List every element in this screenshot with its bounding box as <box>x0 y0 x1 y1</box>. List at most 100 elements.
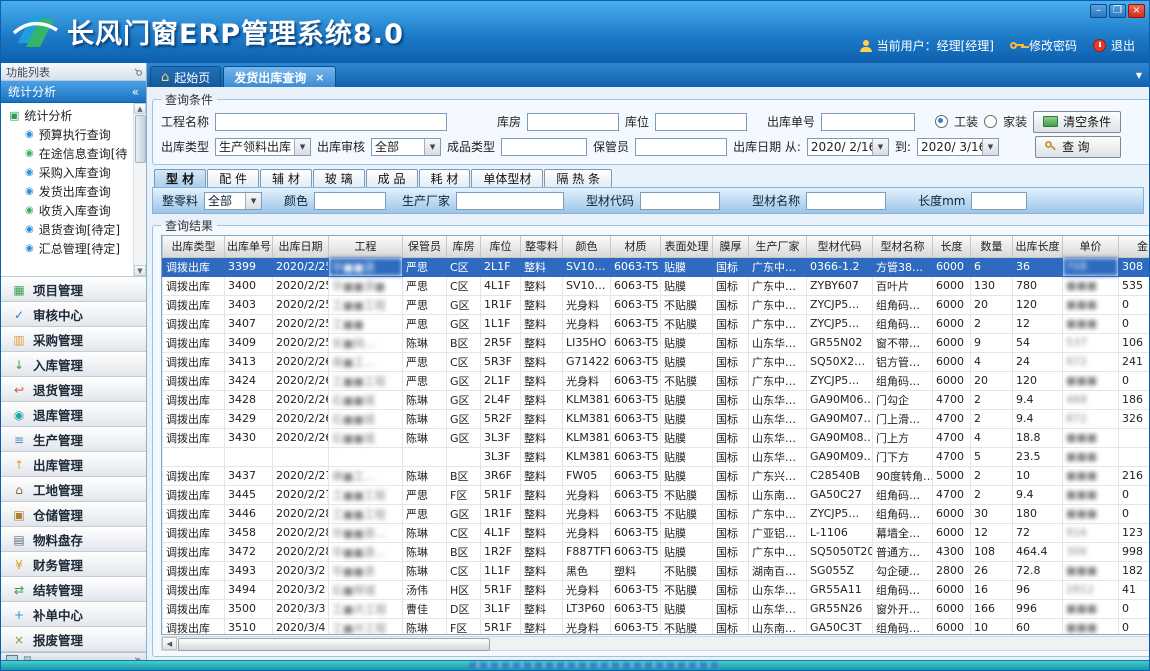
menu-item[interactable]: ⇄结转管理 <box>1 577 146 602</box>
table-row[interactable]: 调拨出库34292020/2/26石■■城陈琳G区5R2F整料KLM381760… <box>163 409 1150 428</box>
tree-item[interactable]: ◉汇总管理[待定] <box>1 239 146 258</box>
menu-item[interactable]: ↩退货管理 <box>1 377 146 402</box>
column-header[interactable]: 型材代码 <box>807 236 873 257</box>
category-tab[interactable]: 单体型材 <box>471 169 543 187</box>
column-header[interactable]: 表面处理 <box>661 236 713 257</box>
menu-item[interactable]: ≡生产管理 <box>1 427 146 452</box>
tree-item[interactable]: ◉收货入库查询 <box>1 201 146 220</box>
column-header[interactable]: 出库日期 <box>273 236 329 257</box>
category-tab[interactable]: 型 材 <box>154 169 206 187</box>
date-to-picker[interactable]: 2020/ 3/16▼ <box>917 138 999 156</box>
table-row[interactable]: 调拨出库34452020/2/27工■■工程严思F区5R1F整料光身料6063-… <box>163 485 1150 504</box>
column-header[interactable]: 金 <box>1119 236 1150 257</box>
warehouse-input[interactable] <box>527 113 619 131</box>
table-row[interactable]: 调拨出库34132020/2/26南■工…严思C区5R3F整料G71422606… <box>163 352 1150 371</box>
radio-industrial[interactable] <box>935 115 948 128</box>
order-no-input[interactable] <box>821 113 915 131</box>
menu-item[interactable]: ¥财务管理 <box>1 552 146 577</box>
category-tab[interactable]: 成 品 <box>366 169 418 187</box>
table-row[interactable]: 调拨出库34282020/2/26石■■城陈琳G区2L4F整料KLM381760… <box>163 390 1150 409</box>
table-row[interactable]: 3L3F整料KLM38176063-T5贴膜国标山东华…GA90M09…门下方4… <box>163 447 1150 466</box>
sidebar-section-header[interactable]: 统计分析 « <box>1 81 146 103</box>
tree-item[interactable]: ◉退货查询[待定] <box>1 220 146 239</box>
menu-item[interactable]: ▤物料盘存 <box>1 527 146 552</box>
table-row[interactable]: 调拨出库34372020/2/27佛■工…陈琳B区3R6F整料FW056063-… <box>163 466 1150 485</box>
date-from-picker[interactable]: 2020/ 2/16▼ <box>807 138 889 156</box>
project-name-input[interactable] <box>215 113 447 131</box>
category-tab[interactable]: 配 件 <box>207 169 259 187</box>
menu-item[interactable]: ▣仓储管理 <box>1 502 146 527</box>
close-button[interactable]: × <box>1128 4 1145 18</box>
menu-item[interactable]: ◉退库管理 <box>1 402 146 427</box>
menu-item[interactable]: ▦项目管理 <box>1 277 146 302</box>
length-input[interactable] <box>971 192 1027 210</box>
tree-root-statistics[interactable]: ▣ 统计分析 <box>1 106 146 125</box>
tab-close-icon[interactable]: × <box>315 71 324 84</box>
table-row[interactable]: 调拨出库34582020/2/28华■■源…陈琳C区4L1F整料光身料6063-… <box>163 523 1150 542</box>
color-input[interactable] <box>314 192 386 210</box>
change-password-button[interactable]: 修改密码 <box>1010 37 1077 54</box>
column-header[interactable]: 整零料 <box>521 236 563 257</box>
menu-item[interactable]: ×报废管理 <box>1 627 146 652</box>
table-row[interactable]: 调拨出库34942020/3/2石■辉城汤伟H区5R1F整料光身料6063-T5… <box>163 580 1150 599</box>
pin-icon[interactable]: ⚲ <box>131 65 144 78</box>
table-row[interactable]: 调拨出库34462020/2/28工■■工程严思G区1R1F整料光身料6063-… <box>163 504 1150 523</box>
category-tab[interactable]: 耗 材 <box>419 169 471 187</box>
menu-item[interactable]: ✓审核中心 <box>1 302 146 327</box>
category-tab[interactable]: 隔 热 条 <box>544 169 612 187</box>
table-row[interactable]: 调拨出库35002020/3/3工■共工程曹佳D区3L1F整料LT3P60606… <box>163 599 1150 618</box>
tree-item[interactable]: ◉发货出库查询 <box>1 182 146 201</box>
column-header[interactable]: 单价 <box>1063 236 1119 257</box>
product-type-input[interactable] <box>501 138 587 156</box>
menu-item[interactable]: ⌂工地管理 <box>1 477 146 502</box>
column-header[interactable]: 库房 <box>447 236 481 257</box>
column-header[interactable]: 膜厚 <box>713 236 749 257</box>
column-header[interactable]: 生产厂家 <box>749 236 807 257</box>
clear-conditions-button[interactable]: 清空条件 <box>1033 111 1121 133</box>
column-header[interactable]: 颜色 <box>563 236 611 257</box>
logout-button[interactable]: 退出 <box>1093 37 1135 54</box>
tab-start-page[interactable]: ⌂ 起始页 <box>150 66 221 87</box>
tree-item[interactable]: ◉在途信息查询[待 <box>1 144 146 163</box>
table-row[interactable]: 调拨出库33992020/2/25华■■源严思C区2L1F整料SV10…6063… <box>163 257 1150 276</box>
scroll-left-icon[interactable]: ◀ <box>162 637 177 650</box>
menu-item[interactable]: ↑出库管理 <box>1 452 146 477</box>
table-row[interactable]: 调拨出库34002020/2/25华■■源■严思C区4L1F整料SV10…606… <box>163 276 1150 295</box>
keeper-input[interactable] <box>635 138 727 156</box>
category-tab[interactable]: 玻 璃 <box>313 169 365 187</box>
table-row[interactable]: 调拨出库34722020/2/28华■■源…陈琳B区1R2F整料F887TFT6… <box>163 542 1150 561</box>
manufacturer-input[interactable] <box>456 192 564 210</box>
column-header[interactable]: 出库长度 <box>1013 236 1063 257</box>
tree-scroll-thumb[interactable] <box>135 115 146 163</box>
table-row[interactable]: 调拨出库34032020/2/25工■■工程严思G区1R1F整料光身料6063-… <box>163 295 1150 314</box>
whole-part-select[interactable]: 全部▼ <box>204 192 262 210</box>
tree-item[interactable]: ◉采购入库查询 <box>1 163 146 182</box>
search-button[interactable]: 查 询 <box>1035 136 1121 158</box>
collapse-icon[interactable]: « <box>132 85 139 99</box>
tab-list-dropdown-icon[interactable]: ▼ <box>1136 71 1142 80</box>
column-header[interactable]: 出库类型 <box>163 236 225 257</box>
column-header[interactable]: 库位 <box>481 236 521 257</box>
menu-item[interactable]: +补单中心 <box>1 602 146 627</box>
table-row[interactable]: 调拨出库34932020/3/2华■■源陈琳C区1L1F整料黑色塑料不贴膜国标湖… <box>163 561 1150 580</box>
menu-item[interactable]: ▥采购管理 <box>1 327 146 352</box>
table-row[interactable]: 调拨出库34302020/2/26石■■城陈琳G区3L3F整料KLM381760… <box>163 428 1150 447</box>
audit-select[interactable]: 全部▼ <box>371 138 441 156</box>
column-header[interactable]: 保管员 <box>403 236 447 257</box>
scroll-down-icon[interactable]: ▼ <box>134 265 146 276</box>
tab-shipment-outbound-query[interactable]: 发货出库查询 × <box>223 66 335 87</box>
tree-scrollbar[interactable]: ▲ ▼ <box>133 103 146 276</box>
column-header[interactable]: 材质 <box>611 236 661 257</box>
horizontal-scroll-thumb[interactable] <box>178 638 490 651</box>
table-row[interactable]: 调拨出库34242020/2/26工■■工程严思G区2L1F整料光身料6063-… <box>163 371 1150 390</box>
column-header[interactable]: 出库单号 <box>225 236 273 257</box>
category-tab[interactable]: 辅 材 <box>260 169 312 187</box>
column-header[interactable]: 数量 <box>971 236 1013 257</box>
maximize-button[interactable]: ❐ <box>1109 4 1126 18</box>
table-row[interactable]: 调拨出库34072020/2/25工■■严思G区1L1F整料光身料6063-T5… <box>163 314 1150 333</box>
column-header[interactable]: 长度 <box>933 236 971 257</box>
table-row[interactable]: 调拨出库34092020/2/25长■网…陈琳B区2R5F整料LI35HO606… <box>163 333 1150 352</box>
location-input[interactable] <box>655 113 747 131</box>
radio-home[interactable] <box>984 115 997 128</box>
table-row[interactable]: 调拨出库35102020/3/4工■共工程陈琳F区5R1F整料光身料6063-T… <box>163 618 1150 635</box>
